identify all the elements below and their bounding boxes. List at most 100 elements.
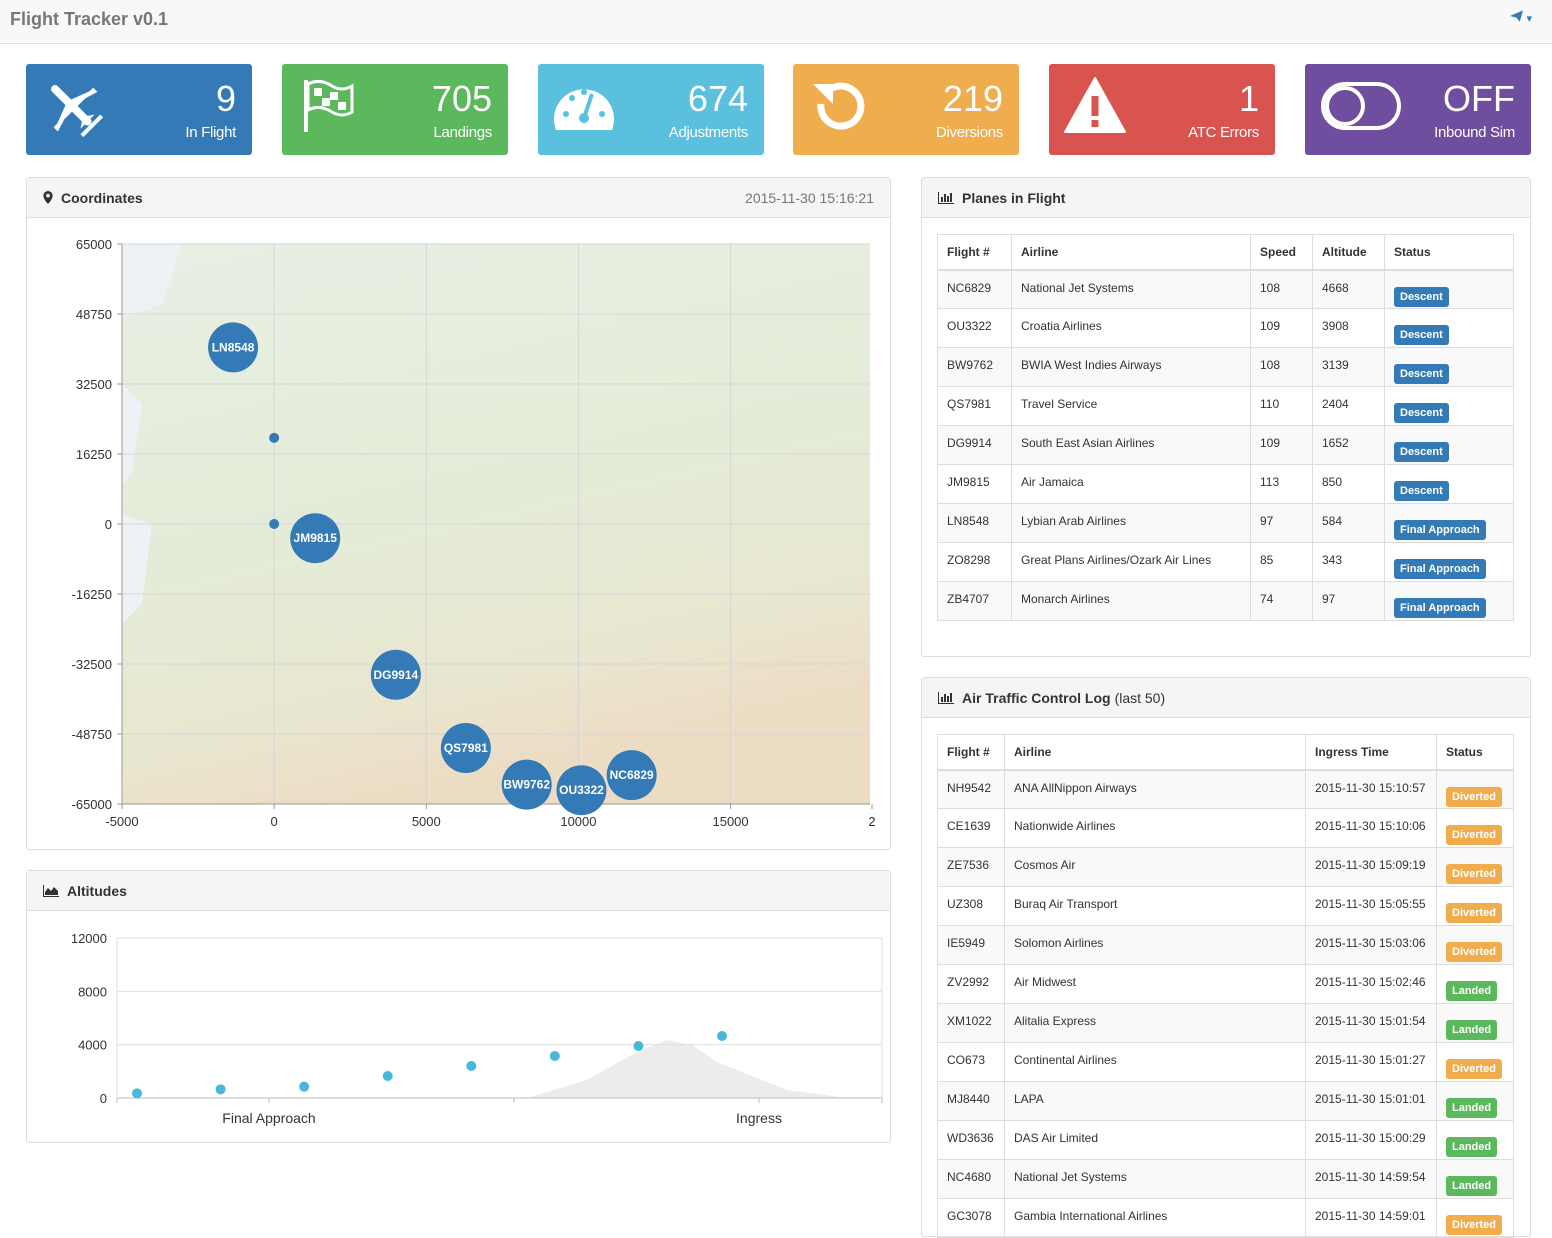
table-row[interactable]: XM1022 Alitalia Express 2015-11-30 15:01:5… — [937, 1003, 1514, 1043]
x-tick-label: -5000 — [105, 814, 138, 829]
status-cell: Diverted — [1436, 847, 1514, 887]
plane-marker-label: LN8548 — [212, 340, 255, 354]
planes-table: Flight # Airline Speed Altitude Status N… — [937, 234, 1514, 621]
column-header[interactable]: Altitude — [1312, 234, 1385, 271]
speed-value: 97 — [1250, 503, 1313, 543]
app-title[interactable]: Flight Tracker v0.1 — [10, 9, 168, 30]
altitude-value: 850 — [1312, 464, 1385, 504]
x-tick-label: 0 — [271, 814, 278, 829]
coordinates-chart[interactable]: -5000 0 5000 10000 15000 2 65000 48750 32500 1625… — [27, 219, 890, 849]
table-row[interactable]: OU3322 Croatia Airlines 109 3908 Descent — [937, 308, 1514, 348]
stat-value: 1 — [1238, 78, 1259, 119]
ingress-time: 2015-11-30 14:59:54 — [1305, 1159, 1437, 1199]
x-tick-label: 2 — [868, 814, 875, 829]
speed-value: 108 — [1250, 347, 1313, 387]
plane-marker-label: QS7981 — [444, 741, 488, 755]
table-row[interactable]: QS7981 Travel Service 110 2404 Descent — [937, 386, 1514, 426]
ingress-time: 2015-11-30 15:01:54 — [1305, 1003, 1437, 1043]
table-row[interactable]: JM9815 Air Jamaica 113 850 Descent — [937, 464, 1514, 504]
table-row[interactable]: GC3078 Gambia International Airlines 2015-… — [937, 1198, 1514, 1238]
x-tick-label: 10000 — [560, 814, 596, 829]
stat-landings[interactable]: 705 Landings — [282, 64, 508, 155]
column-header[interactable]: Flight # — [937, 234, 1012, 271]
status-badge: Final Approach — [1394, 598, 1486, 618]
status-cell: Descent — [1384, 308, 1514, 348]
flight-number: ZE7536 — [937, 847, 1005, 887]
altitude-point — [382, 1071, 393, 1081]
altitude-point — [299, 1081, 310, 1092]
table-row[interactable]: IE5949 Solomon Airlines 2015-11-30 15:03:0… — [937, 925, 1514, 965]
waypoint-dot — [269, 432, 280, 443]
table-row[interactable]: ZO8298 Great Plans Airlines/Ozark Air Lin… — [937, 542, 1514, 582]
column-header[interactable]: Ingress Time — [1305, 734, 1437, 771]
status-cell: Landed — [1436, 1081, 1514, 1121]
table-row[interactable]: ZE7536 Cosmos Air 2015-11-30 15:09:19 Diver… — [937, 847, 1514, 887]
column-header[interactable]: Speed — [1250, 234, 1313, 271]
column-header[interactable]: Flight # — [937, 734, 1005, 771]
airline-name: Buraq Air Transport — [1004, 886, 1306, 926]
column-header[interactable]: Airline — [1011, 234, 1251, 271]
stat-label: Landings — [433, 124, 493, 141]
flight-number: IE5949 — [937, 925, 1005, 965]
status-cell: Descent — [1384, 464, 1514, 504]
ingress-time: 2015-11-30 15:02:46 — [1305, 964, 1437, 1004]
stat-in-flight[interactable]: 9 In Flight — [26, 64, 252, 155]
panel-title: Planes in Flight — [962, 189, 1066, 206]
status-badge: Landed — [1446, 1098, 1498, 1118]
altitude-value: 343 — [1312, 542, 1385, 582]
bar-chart-icon — [938, 691, 954, 704]
navbar: Flight Tracker v0.1 ▾ — [0, 0, 1552, 44]
table-row[interactable]: BW9762 BWIA West Indies Airways 108 3139 Des… — [937, 347, 1514, 387]
flight-number: CE1639 — [937, 808, 1005, 848]
table-row[interactable]: LN8548 Lybian Arab Airlines 97 584 Final App… — [937, 503, 1514, 543]
flight-number: ZV2992 — [937, 964, 1005, 1004]
y-tick-label: 48750 — [76, 307, 112, 322]
panel-title: Air Traffic Control Log — [962, 689, 1111, 706]
airline-name: Great Plans Airlines/Ozark Air Lines — [1011, 542, 1251, 582]
y-tick-label: 4000 — [78, 1038, 107, 1053]
table-row[interactable]: CE1639 Nationwide Airlines 2015-11-30 15:1… — [937, 808, 1514, 848]
table-row[interactable]: DG9914 South East Asian Airlines 109 1652 De… — [937, 425, 1514, 465]
panel-heading: Planes in Flight — [922, 178, 1530, 218]
table-row[interactable]: UZ308 Buraq Air Transport 2015-11-30 15:05… — [937, 886, 1514, 926]
y-tick-label: -65000 — [72, 797, 112, 812]
column-header[interactable]: Status — [1436, 734, 1514, 771]
table-row[interactable]: NC4680 National Jet Systems 2015-11-30 14:… — [937, 1159, 1514, 1199]
status-badge: Diverted — [1446, 825, 1503, 845]
table-row[interactable]: NH9542 ANA AllNippon Airways 2015-11-30 15… — [937, 769, 1514, 809]
ingress-time: 2015-11-30 15:01:01 — [1305, 1081, 1437, 1121]
ingress-time: 2015-11-30 14:59:01 — [1305, 1198, 1437, 1238]
speed-value: 109 — [1250, 425, 1313, 465]
send-icon — [1509, 10, 1523, 22]
coordinates-panel: Coordinates 2015-11-30 15:16:21 -5000 0 50… — [26, 177, 891, 850]
table-row[interactable]: WD3636 DAS Air Limited 2015-11-30 15:00:29… — [937, 1120, 1514, 1160]
altitudes-chart[interactable]: 12000 8000 4000 0 Final Approach Ingress — [27, 912, 890, 1142]
status-cell: Diverted — [1436, 769, 1514, 809]
flight-number: LN8548 — [937, 503, 1012, 543]
ingress-time: 2015-11-30 15:05:55 — [1305, 886, 1437, 926]
nav-dropdown[interactable]: ▾ — [1509, 10, 1532, 25]
flight-number: BW9762 — [937, 347, 1012, 387]
table-row[interactable]: MJ8440 LAPA 2015-11-30 15:01:01 Landed — [937, 1081, 1514, 1121]
flight-number: JM9815 — [937, 464, 1012, 504]
altitude-value: 4668 — [1312, 269, 1385, 309]
stat-label: In Flight — [185, 124, 236, 141]
table-row[interactable]: ZB4707 Monarch Airlines 74 97 Final Approach — [937, 581, 1514, 621]
stat-inbound-sim[interactable]: OFF Inbound Sim — [1305, 64, 1531, 155]
waypoint-dot — [269, 519, 280, 529]
stat-adjustments[interactable]: 674 Adjustments — [538, 64, 764, 155]
flag-icon — [304, 79, 354, 132]
column-header[interactable]: Airline — [1004, 734, 1306, 771]
column-header[interactable]: Status — [1384, 234, 1514, 271]
planes-in-flight-panel: Planes in Flight Flight # Airline Speed … — [921, 177, 1531, 657]
coordinates-timestamp: 2015-11-30 15:16:21 — [745, 189, 874, 206]
status-cell: Descent — [1384, 386, 1514, 426]
stat-diversions[interactable]: 219 Diversions — [793, 64, 1019, 155]
table-row[interactable]: ZV2992 Air Midwest 2015-11-30 15:02:46 Land… — [937, 964, 1514, 1004]
airline-name: BWIA West Indies Airways — [1011, 347, 1251, 387]
table-row[interactable]: NC6829 National Jet Systems 108 4668 Descent — [937, 269, 1514, 309]
table-row[interactable]: CO673 Continental Airlines 2015-11-30 15:0… — [937, 1042, 1514, 1082]
stat-label: ATC Errors — [1188, 124, 1259, 141]
stat-atc-errors[interactable]: 1 ATC Errors — [1049, 64, 1275, 155]
status-badge: Descent — [1394, 403, 1449, 423]
